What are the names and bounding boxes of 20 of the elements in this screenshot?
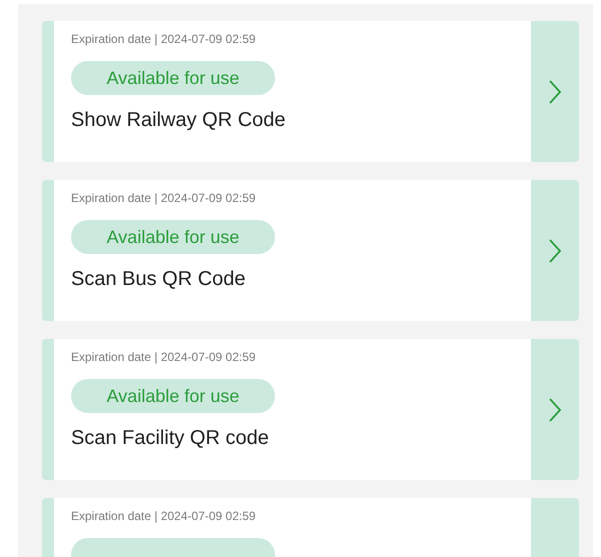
pass-card[interactable]: Expiration date | 2024-07-09 02:59 Available for use Show Railway QR Code [42, 21, 579, 162]
pass-card[interactable]: Expiration date | 2024-07-09 02:59 Available for use Scan Facility QR code [42, 339, 579, 480]
expiration-date: Expiration date | 2024-07-09 02:59 [71, 190, 256, 206]
card-title: Show Railway QR Code [71, 108, 286, 132]
status-badge: Available for use [71, 61, 275, 95]
card-title: Scan Bus QR Code [71, 267, 246, 291]
open-panel[interactable] [531, 339, 579, 480]
status-badge: Available for use [71, 220, 275, 254]
expiration-date: Expiration date | 2024-07-09 02:59 [71, 508, 256, 524]
expiration-date: Expiration date | 2024-07-09 02:59 [71, 31, 256, 47]
pass-card[interactable]: Expiration date | 2024-07-09 02:59 [42, 498, 579, 557]
pass-card[interactable]: Expiration date | 2024-07-09 02:59 Available for use Scan Bus QR Code [42, 180, 579, 321]
chevron-right-icon [548, 238, 562, 264]
chevron-right-icon [548, 396, 562, 422]
open-panel[interactable] [531, 21, 579, 162]
expiration-date: Expiration date | 2024-07-09 02:59 [71, 349, 256, 365]
open-panel[interactable] [531, 180, 579, 321]
chevron-right-icon [548, 78, 562, 104]
card-title: Scan Facility QR code [71, 426, 269, 450]
status-badge: Available for use [71, 379, 275, 413]
